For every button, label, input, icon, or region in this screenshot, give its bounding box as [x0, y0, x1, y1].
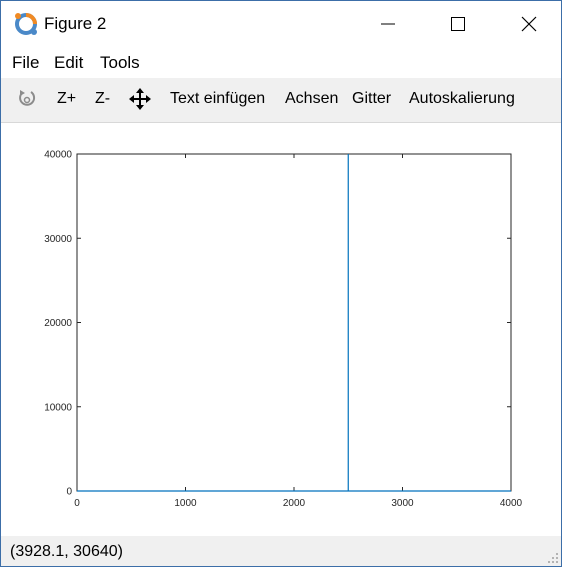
maximize-icon	[451, 17, 465, 31]
y-tick-label: 20000	[44, 318, 72, 329]
x-tick-label: 3000	[391, 498, 414, 509]
toolbar: Z+ Z- Text einfügen Achsen Gitter Autosk…	[1, 78, 561, 123]
title-bar[interactable]: Figure 2	[1, 1, 561, 47]
menu-file[interactable]: File	[12, 53, 39, 73]
y-tick-label: 40000	[44, 150, 72, 161]
minimize-button[interactable]	[365, 1, 411, 47]
y-tick-label: 0	[66, 487, 72, 498]
window-title: Figure 2	[44, 14, 107, 33]
menu-tools[interactable]: Tools	[100, 53, 140, 73]
x-tick-label: 2000	[283, 498, 306, 509]
rotate-icon[interactable]	[16, 88, 38, 110]
resize-grip-icon[interactable]	[547, 552, 559, 564]
pan-arrows-icon[interactable]	[129, 88, 151, 110]
zoom-in-button[interactable]: Z+	[57, 90, 76, 108]
status-bar: (3928.1, 30640)	[1, 536, 561, 566]
maximize-button[interactable]	[435, 1, 481, 47]
minimize-icon	[381, 23, 395, 25]
octave-app-icon	[15, 13, 37, 35]
x-tick-label: 1000	[174, 498, 197, 509]
autoscale-button[interactable]: Autoskalierung	[409, 90, 515, 108]
figure-window: Figure 2 File Edit Tools Z+ Z- Text einf…	[0, 0, 562, 567]
grid-button[interactable]: Gitter	[352, 90, 391, 108]
close-button[interactable]	[506, 1, 552, 47]
zoom-out-button[interactable]: Z-	[95, 90, 110, 108]
x-tick-label: 0	[74, 498, 80, 509]
axes-box	[76, 153, 512, 492]
axes-button[interactable]: Achsen	[285, 90, 338, 108]
insert-text-button[interactable]: Text einfügen	[170, 90, 265, 108]
cursor-coordinates: (3928.1, 30640)	[10, 543, 123, 560]
x-tick-label: 4000	[500, 498, 523, 509]
menu-edit[interactable]: Edit	[54, 53, 83, 73]
menu-bar: File Edit Tools	[1, 48, 561, 76]
y-tick-label: 30000	[44, 234, 72, 245]
close-icon	[521, 16, 537, 32]
figure-plot[interactable]: 0 1000 2000 3000 4000010000200003000040000	[1, 123, 561, 535]
plot-area[interactable]: 0 1000 2000 3000 4000 0 10000 20000 30000 40000	[1, 123, 561, 535]
y-tick-label: 10000	[44, 402, 72, 413]
